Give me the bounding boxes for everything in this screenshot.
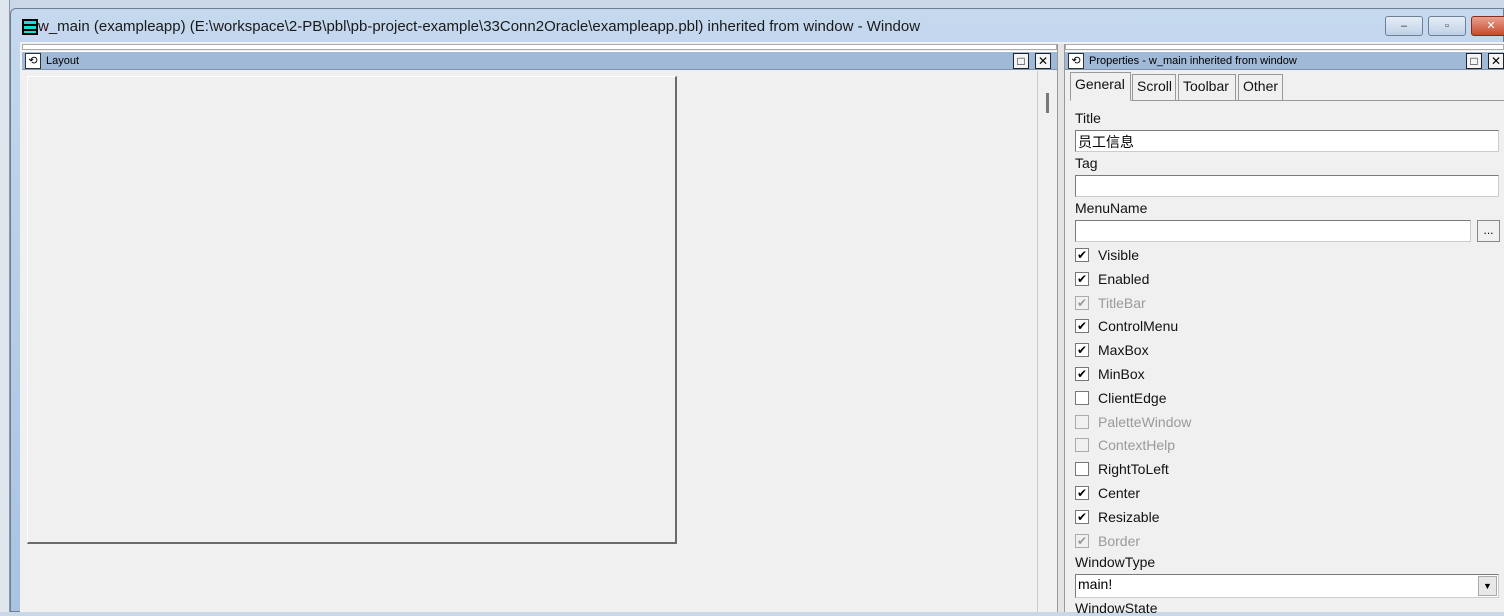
window-title: w_main (exampleapp) (E:\workspace\2-PB\p… xyxy=(38,18,921,35)
checkbox-box xyxy=(1075,414,1089,429)
tag-label: Tag xyxy=(1075,155,1098,171)
checkbox-palettewindow: PaletteWindow xyxy=(1075,412,1191,432)
checkbox-contexthelp: ContextHelp xyxy=(1075,435,1175,455)
tab-toolbar[interactable]: Toolbar xyxy=(1178,74,1236,100)
layout-panel-title: Layout xyxy=(46,55,80,67)
checkbox-box[interactable]: ✔ xyxy=(1075,486,1089,500)
windowstate-label: WindowState xyxy=(1075,600,1158,616)
maximize-pane-icon[interactable]: □ xyxy=(1013,53,1029,69)
checkbox-box[interactable]: ✔ xyxy=(1075,343,1089,358)
checkbox-border: ✔ Border xyxy=(1075,531,1140,551)
pane-divider[interactable] xyxy=(1057,44,1065,612)
checkbox-label: Visible xyxy=(1098,247,1139,263)
minimize-button[interactable]: – xyxy=(1385,16,1423,36)
checkbox-clientedge[interactable]: ClientEdge xyxy=(1075,388,1167,408)
properties-splitter[interactable] xyxy=(1065,44,1504,50)
checkbox-box: ✔ xyxy=(1075,533,1089,548)
checkbox-label: Resizable xyxy=(1098,508,1160,525)
checkbox-titlebar: ✔ TitleBar xyxy=(1075,293,1146,313)
title-label: Title xyxy=(1075,110,1101,126)
menuname-browse-button[interactable]: ... xyxy=(1477,220,1500,242)
checkbox-label: Enabled xyxy=(1098,270,1150,287)
tab-strip-line xyxy=(1070,100,1504,101)
windowtype-value: main! xyxy=(1078,576,1113,592)
checkbox-controlmenu[interactable]: ✔ ControlMenu xyxy=(1075,316,1178,336)
tab-scroll[interactable]: Scroll xyxy=(1132,74,1176,100)
layout-scrollbar-thumb[interactable] xyxy=(1046,93,1049,113)
windowtype-label: WindowType xyxy=(1075,554,1156,570)
menuname-label: MenuName xyxy=(1075,200,1148,216)
close-pane-icon[interactable]: ✕ xyxy=(1035,53,1051,69)
checkbox-label: ContextHelp xyxy=(1098,437,1176,454)
close-pane-icon[interactable]: ✕ xyxy=(1488,53,1504,69)
checkbox-box xyxy=(1075,438,1089,453)
checkbox-label: ControlMenu xyxy=(1098,318,1179,335)
checkbox-label: Center xyxy=(1098,485,1141,501)
title-input[interactable]: 员工信息 xyxy=(1075,130,1499,152)
maximize-pane-icon[interactable]: □ xyxy=(1466,53,1482,69)
checkbox-box[interactable] xyxy=(1075,390,1089,405)
menuname-input[interactable] xyxy=(1075,220,1471,242)
checkbox-maxbox[interactable]: ✔ MaxBox xyxy=(1075,340,1149,360)
window-layout-canvas[interactable] xyxy=(27,76,677,544)
checkbox-label: ClientEdge xyxy=(1098,389,1167,406)
windowtype-select[interactable]: main! ▼ xyxy=(1075,574,1499,598)
checkbox-box[interactable]: ✔ xyxy=(1075,248,1089,262)
checkbox-label: PaletteWindow xyxy=(1098,413,1192,430)
maximize-button[interactable]: ▫ xyxy=(1428,16,1466,36)
tab-other[interactable]: Other xyxy=(1238,74,1283,100)
checkbox-box: ✔ xyxy=(1075,295,1089,310)
tab-general[interactable]: General xyxy=(1070,72,1131,101)
checkbox-label: MinBox xyxy=(1098,366,1145,382)
checkbox-label: TitleBar xyxy=(1098,294,1146,311)
properties-view-icon: ⟲ xyxy=(1068,53,1084,69)
checkbox-box[interactable] xyxy=(1075,462,1089,477)
checkbox-visible[interactable]: ✔ Visible xyxy=(1075,245,1139,265)
layout-splitter[interactable] xyxy=(22,44,1057,50)
checkbox-box[interactable]: ✔ xyxy=(1075,271,1089,286)
background-window-edge xyxy=(0,0,10,612)
checkbox-resizable[interactable]: ✔ Resizable xyxy=(1075,507,1159,527)
layout-scrollbar-track xyxy=(1037,71,1038,612)
checkbox-center[interactable]: ✔ Center xyxy=(1075,483,1140,503)
checkbox-box[interactable]: ✔ xyxy=(1075,509,1089,524)
checkbox-label: Border xyxy=(1098,532,1141,549)
properties-panel-title: Properties - w_main inherited from windo… xyxy=(1089,55,1297,67)
layout-panel-header: ⟲ Layout □ ✕ xyxy=(22,51,1057,70)
tag-input[interactable] xyxy=(1075,175,1499,197)
layout-view-icon: ⟲ xyxy=(25,53,41,69)
checkbox-righttoleft[interactable]: RightToLeft xyxy=(1075,459,1169,479)
checkbox-box[interactable]: ✔ xyxy=(1075,319,1089,334)
checkbox-label: MaxBox xyxy=(1098,342,1149,359)
checkbox-enabled[interactable]: ✔ Enabled xyxy=(1075,269,1149,289)
checkbox-minbox[interactable]: ✔ MinBox xyxy=(1075,364,1145,384)
window-painter-icon xyxy=(22,19,38,35)
checkbox-box[interactable]: ✔ xyxy=(1075,367,1089,381)
checkbox-label: RightToLeft xyxy=(1098,461,1169,478)
properties-panel-header: ⟲ Properties - w_main inherited from win… xyxy=(1065,51,1504,70)
close-button[interactable]: ✕ xyxy=(1471,16,1504,36)
chevron-down-icon[interactable]: ▼ xyxy=(1478,576,1497,596)
